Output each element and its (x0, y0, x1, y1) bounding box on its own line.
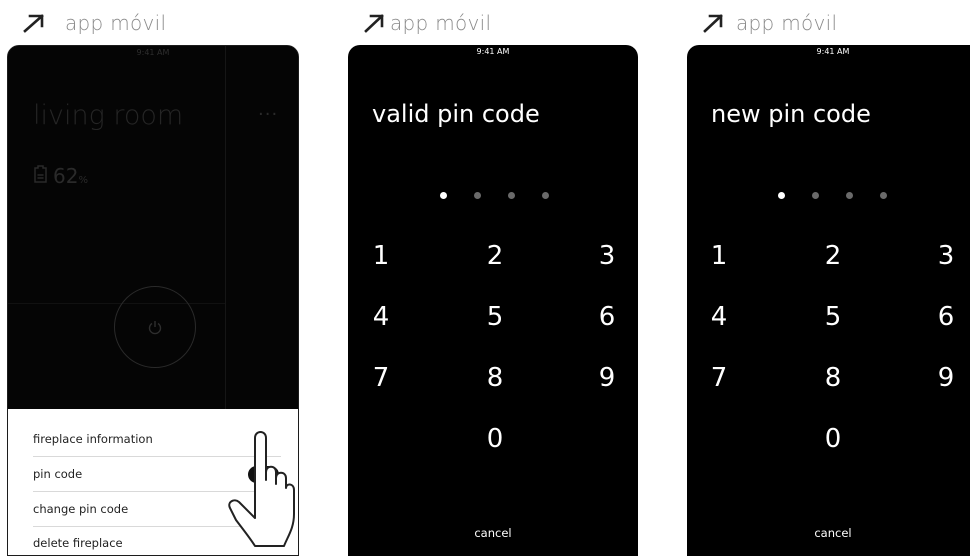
section-label-1: app móvil (22, 9, 166, 37)
divider (225, 46, 226, 410)
menu-item-label: fireplace information (33, 432, 153, 446)
keypad-key-4[interactable]: 4 (361, 297, 401, 337)
status-time: 9:41 AM (816, 47, 850, 56)
keypad-key-3[interactable]: 3 (926, 236, 966, 276)
pin-dot (880, 192, 887, 199)
pin-dot (812, 192, 819, 199)
menu-item-label: pin code (33, 467, 83, 481)
phone-screen-new-pin: 9:41 AM new pin code 1 2 3 4 5 6 7 8 9 0… (687, 45, 970, 556)
keypad-key-5[interactable]: 5 (813, 297, 853, 337)
power-icon (148, 320, 162, 334)
menu-item-label: delete fireplace (33, 536, 123, 550)
keypad-key-8[interactable]: 8 (475, 358, 515, 398)
pin-title: valid pin code (372, 100, 540, 128)
keypad-key-1[interactable]: 1 (361, 236, 401, 276)
battery-icon (34, 165, 47, 183)
power-button[interactable] (114, 286, 196, 368)
keypad-key-6[interactable]: 6 (926, 297, 966, 337)
section-label-2: app móvil (363, 9, 491, 37)
keypad-key-2[interactable]: 2 (475, 236, 515, 276)
pin-indicator (778, 192, 887, 199)
pin-dot (508, 192, 515, 199)
keypad-key-7[interactable]: 7 (699, 358, 739, 398)
pin-dot (846, 192, 853, 199)
cancel-button[interactable]: cancel (348, 526, 638, 540)
pin-title: new pin code (711, 100, 871, 128)
section-label-3: app móvil (702, 9, 837, 37)
keypad-key-0[interactable]: 0 (475, 419, 515, 459)
keypad-key-9[interactable]: 9 (587, 358, 627, 398)
keypad-key-4[interactable]: 4 (699, 297, 739, 337)
keypad-key-3[interactable]: 3 (587, 236, 627, 276)
arrow-up-right-icon (23, 14, 44, 33)
keypad-key-9[interactable]: 9 (926, 358, 966, 398)
keypad-key-0[interactable]: 0 (813, 419, 853, 459)
pin-dot-filled (778, 192, 785, 199)
battery-status: 62 % (34, 164, 88, 188)
battery-value: 62 (53, 164, 79, 188)
pin-dot-filled (440, 192, 447, 199)
keypad-key-8[interactable]: 8 (813, 358, 853, 398)
more-options-button[interactable]: ··· (258, 104, 278, 125)
status-time: 9:41 AM (476, 47, 510, 56)
keypad-key-2[interactable]: 2 (813, 236, 853, 276)
battery-unit: % (78, 175, 88, 186)
phone-screen-valid-pin: 9:41 AM valid pin code 1 2 3 4 5 6 7 8 9… (348, 45, 638, 556)
arrow-up-right-icon (703, 14, 723, 33)
cancel-button[interactable]: cancel (687, 526, 970, 540)
room-title: living room (33, 100, 184, 131)
arrow-up-right-icon (364, 14, 384, 33)
section-label-text: app móvil (390, 11, 492, 35)
status-time: 9:41 AM (136, 48, 170, 57)
divider (8, 303, 225, 304)
menu-item-label: change pin code (33, 502, 129, 516)
keypad-key-5[interactable]: 5 (475, 297, 515, 337)
keypad-key-1[interactable]: 1 (699, 236, 739, 276)
keypad-key-7[interactable]: 7 (361, 358, 401, 398)
section-label-text: app móvil (736, 11, 838, 35)
pin-indicator (440, 192, 549, 199)
pin-dot (474, 192, 481, 199)
keypad-key-6[interactable]: 6 (587, 297, 627, 337)
section-label-text: app móvil (65, 11, 167, 35)
pin-dot (542, 192, 549, 199)
hand-pointer-icon (228, 431, 295, 547)
